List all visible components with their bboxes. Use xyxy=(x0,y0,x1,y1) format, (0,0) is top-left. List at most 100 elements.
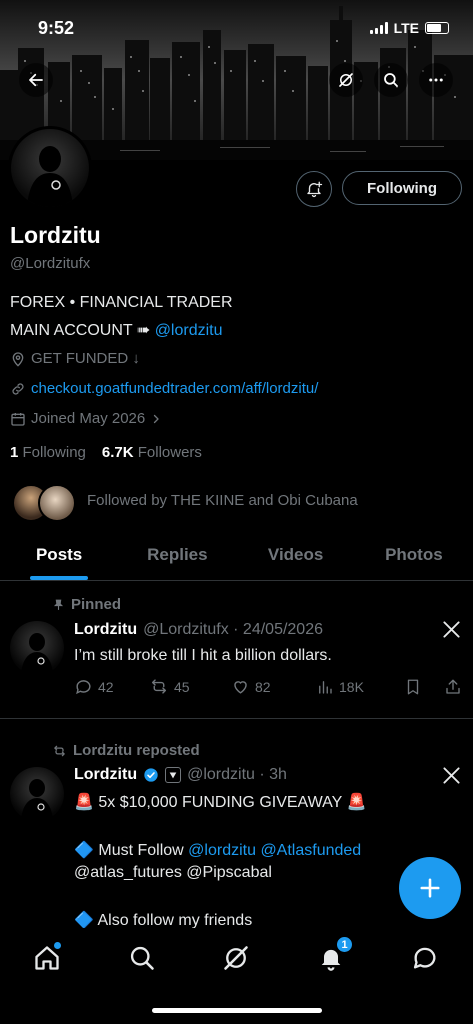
notification-badge: 1 xyxy=(336,936,353,953)
reply-count: 42 xyxy=(98,678,114,695)
share-button[interactable] xyxy=(444,678,462,696)
tab-posts[interactable]: Posts xyxy=(0,535,118,580)
message-icon xyxy=(413,947,436,969)
views-button[interactable]: 18K xyxy=(316,678,404,696)
location-pin-icon xyxy=(12,351,24,367)
more-horizontal-icon xyxy=(429,78,443,82)
following-count: 1 xyxy=(10,444,19,461)
search-icon xyxy=(130,946,154,970)
more-button[interactable] xyxy=(419,63,453,97)
post-handle-date: @lordzitu · 3h xyxy=(187,766,287,783)
pin-icon xyxy=(53,599,64,610)
website-row[interactable]: checkout.goatfundedtrader.com/aff/lordzi… xyxy=(10,380,318,397)
post-text: I’m still broke till I hit a billion dol… xyxy=(74,647,332,664)
post-divider xyxy=(0,718,473,719)
bio-line-2: MAIN ACCOUNT ➠ @lordzitu xyxy=(10,320,223,340)
post-line-4: 🔷 Also follow my friends xyxy=(74,912,253,929)
bio-line-1: FOREX • FINANCIAL TRADER xyxy=(10,294,233,311)
views-bar-chart-icon xyxy=(319,680,332,694)
nav-notifications[interactable]: 1 xyxy=(317,936,353,977)
repost-count: 45 xyxy=(174,678,190,695)
followed-by-text[interactable]: Followed by THE KIINE and Obi Cubana xyxy=(87,492,358,509)
status-icons: LTE xyxy=(369,20,449,36)
repost-context-row: Lordzitu reposted xyxy=(52,742,200,759)
following-count-link[interactable]: 1 Following xyxy=(10,444,86,461)
profile-handle: @Lordzitufx xyxy=(10,255,91,272)
website-link[interactable]: checkout.goatfundedtrader.com/aff/lordzi… xyxy=(31,380,318,397)
tab-videos[interactable]: Videos xyxy=(237,535,355,580)
post-line-2-text: 🔷 Must Follow xyxy=(74,842,184,859)
joined-row[interactable]: Joined May 2026 xyxy=(10,410,162,427)
location-text: GET FUNDED ↓ xyxy=(31,350,140,367)
post-line-1: 🚨 5x $10,000 FUNDING GIVEAWAY 🚨 xyxy=(74,794,367,811)
profile-name: Lordzitu xyxy=(10,222,101,248)
post-header: Lordzitu @lordzitu · 3h xyxy=(74,766,287,784)
search-button[interactable] xyxy=(374,63,408,97)
like-count: 82 xyxy=(255,678,271,695)
battery-icon xyxy=(425,22,449,34)
following-button[interactable]: Following xyxy=(342,171,462,205)
pinned-label: Pinned xyxy=(71,596,122,613)
repost-context-icon xyxy=(54,745,65,756)
search-icon xyxy=(384,73,398,87)
bookmark-button[interactable] xyxy=(404,678,444,696)
like-button[interactable]: 82 xyxy=(231,677,316,696)
grok-button[interactable] xyxy=(329,63,363,97)
post-mentions-1[interactable]: @lordzitu @Atlasfunded xyxy=(188,842,361,859)
back-button[interactable] xyxy=(19,63,53,97)
status-time: 9:52 xyxy=(38,18,75,38)
x-logo-icon[interactable] xyxy=(442,766,461,790)
post-mentions-2[interactable]: @atlas_futures @Pipscabal xyxy=(74,864,272,882)
pinned-label-row: Pinned xyxy=(52,596,121,613)
followed-by-avatars[interactable] xyxy=(12,484,76,524)
followers-count-link[interactable]: 6.7K Followers xyxy=(102,444,202,461)
chevron-right-icon xyxy=(154,414,159,423)
repost-button[interactable]: 45 xyxy=(149,677,231,696)
post-avatar[interactable] xyxy=(10,621,64,675)
location-row: GET FUNDED ↓ xyxy=(10,350,140,367)
views-count: 18K xyxy=(339,678,364,695)
network-label: LTE xyxy=(393,20,419,36)
share-icon xyxy=(446,679,460,694)
tab-photos[interactable]: Photos xyxy=(355,535,473,580)
grok-icon xyxy=(224,946,248,970)
x-logo-icon[interactable] xyxy=(442,620,461,644)
affiliate-badge-icon xyxy=(165,767,182,783)
repost-context-label[interactable]: Lordzitu reposted xyxy=(73,742,200,759)
nav-grok[interactable] xyxy=(222,944,250,977)
compose-post-button[interactable] xyxy=(399,857,461,919)
reply-button[interactable]: 42 xyxy=(74,677,149,696)
post-author-name[interactable]: Lordzitu xyxy=(74,621,137,639)
followers-label: Followers xyxy=(137,444,202,461)
follow-counts: 1 Following 6.7K Followers xyxy=(10,444,202,461)
home-unread-dot xyxy=(54,942,61,949)
reply-icon xyxy=(76,680,91,695)
following-label: Following xyxy=(22,444,86,461)
follower-avatar-2 xyxy=(38,484,76,522)
bookmark-icon xyxy=(407,679,419,694)
post-line-2: 🔷 Must Follow @lordzitu @Atlasfunded xyxy=(74,840,361,860)
heart-icon xyxy=(234,681,247,694)
home-indicator xyxy=(152,1008,322,1013)
nav-messages[interactable] xyxy=(411,944,439,977)
repost-icon xyxy=(151,679,167,694)
profile-tabs: Posts Replies Videos Photos xyxy=(0,535,473,581)
grok-icon xyxy=(339,73,353,87)
tab-replies[interactable]: Replies xyxy=(118,535,236,580)
profile-avatar[interactable] xyxy=(8,126,92,210)
bell-plus-icon xyxy=(307,181,323,198)
nav-search[interactable] xyxy=(128,944,156,977)
signal-icon xyxy=(369,22,388,34)
post-avatar[interactable] xyxy=(10,767,64,821)
notifications-toggle-button[interactable] xyxy=(296,171,332,207)
back-arrow-icon xyxy=(29,73,43,87)
post-actions: 42 45 82 18K xyxy=(74,677,464,696)
followers-count: 6.7K xyxy=(101,444,134,461)
bio-line-2-text: MAIN ACCOUNT ➠ xyxy=(10,322,151,339)
bio-mention-link[interactable]: @lordzitu xyxy=(155,322,223,339)
calendar-icon xyxy=(11,412,25,426)
link-icon xyxy=(12,382,24,395)
nav-home[interactable] xyxy=(33,942,61,977)
post-header: Lordzitu @Lordzitufx · 24/05/2026 xyxy=(74,621,323,639)
post-author-name[interactable]: Lordzitu xyxy=(74,766,137,784)
